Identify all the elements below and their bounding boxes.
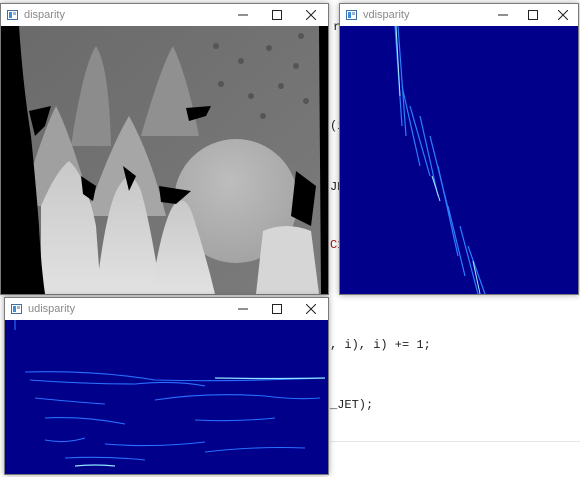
- close-button[interactable]: [294, 4, 328, 26]
- minimize-button[interactable]: [488, 4, 518, 26]
- app-window-icon: [7, 10, 18, 20]
- maximize-icon: [272, 304, 282, 314]
- window-title: vdisparity: [363, 9, 410, 21]
- minimize-icon: [498, 14, 508, 16]
- window-titlebar[interactable]: disparity: [1, 4, 328, 26]
- app-window-icon: [346, 10, 357, 20]
- window-title: disparity: [24, 9, 65, 21]
- window-titlebar[interactable]: udisparity: [5, 298, 328, 320]
- close-icon: [306, 10, 316, 20]
- maximize-button[interactable]: [518, 4, 548, 26]
- vdisparity-map: [340, 26, 578, 294]
- code-fragment: , i), i) += 1;: [330, 338, 431, 352]
- vdisparity-window[interactable]: vdisparity: [339, 3, 579, 295]
- vdisparity-image: [340, 26, 578, 294]
- udisparity-window[interactable]: udisparity: [4, 297, 329, 475]
- maximize-icon: [272, 10, 282, 20]
- udisparity-map: [5, 320, 328, 474]
- app-window-icon: [11, 304, 22, 314]
- close-icon: [306, 304, 316, 314]
- maximize-button[interactable]: [260, 298, 294, 320]
- editor-divider: [330, 441, 580, 442]
- window-titlebar[interactable]: vdisparity: [340, 4, 578, 26]
- code-fragment: _JET);: [330, 398, 374, 412]
- maximize-icon: [528, 10, 538, 20]
- close-button[interactable]: [548, 4, 578, 26]
- maximize-button[interactable]: [260, 4, 294, 26]
- disparity-window[interactable]: disparity: [0, 3, 329, 295]
- disparity-image: [1, 26, 328, 294]
- minimize-button[interactable]: [226, 298, 260, 320]
- minimize-button[interactable]: [226, 4, 260, 26]
- close-button[interactable]: [294, 298, 328, 320]
- disparity-map: [1, 26, 328, 294]
- close-icon: [558, 10, 568, 20]
- minimize-icon: [238, 14, 248, 16]
- udisparity-image: [5, 320, 328, 474]
- minimize-icon: [238, 308, 248, 310]
- window-title: udisparity: [28, 303, 76, 315]
